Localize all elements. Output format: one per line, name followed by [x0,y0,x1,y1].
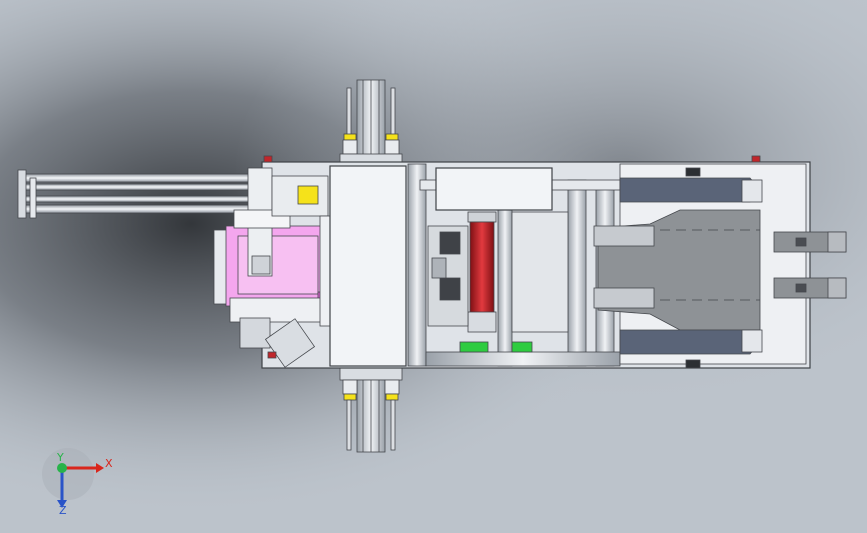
green-sensor-right [511,341,533,353]
axis-x-label: X [105,457,113,470]
green-sensor-left [459,341,489,353]
inner-panel [511,211,569,333]
bottom-vertical-rail [339,365,403,453]
top-small-cover [435,167,553,211]
marker-top-left [263,155,273,163]
cylinder-mounts [427,225,469,327]
marker-top-right [751,155,761,163]
axis-y-dot [57,463,67,473]
marker-mid-left [267,351,277,359]
top-vertical-rail [339,79,403,169]
axis-y-label: Y [56,451,64,464]
red-cylinder [467,211,497,333]
cad-viewport[interactable]: X Y Z [0,0,867,533]
axis-z-label: Z [59,504,67,517]
central-cover [329,165,407,367]
